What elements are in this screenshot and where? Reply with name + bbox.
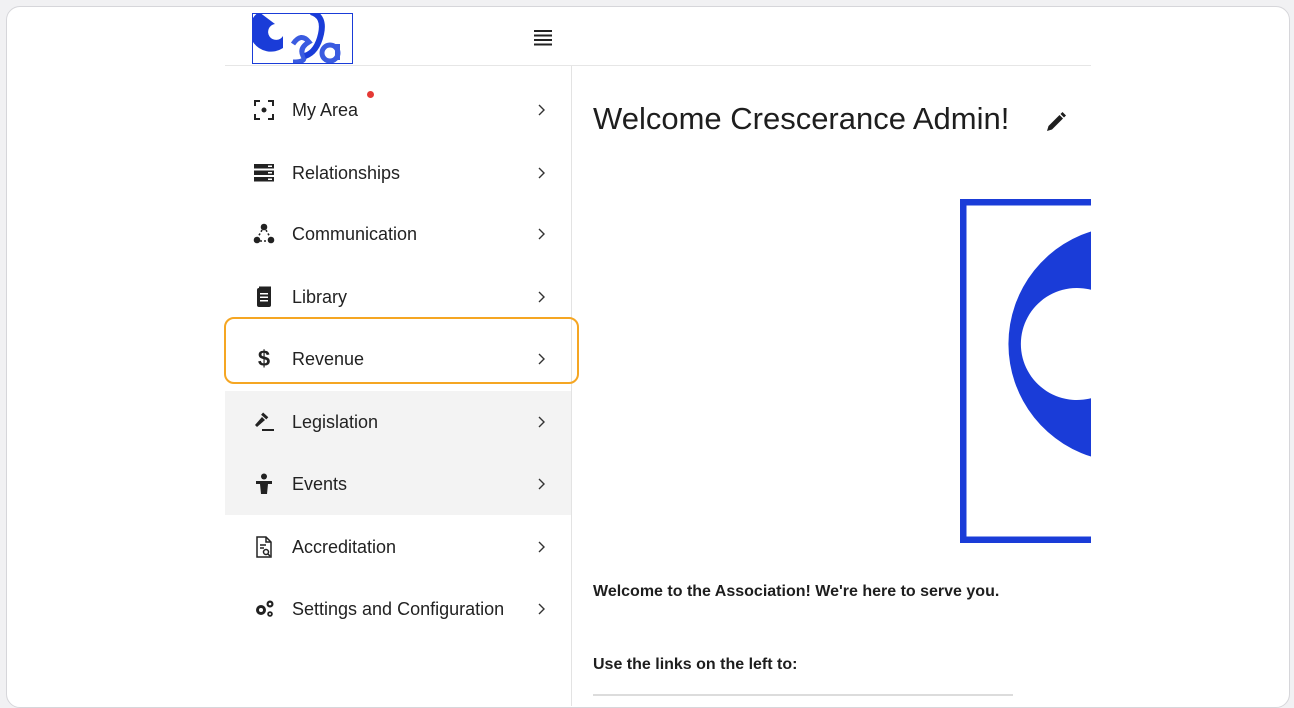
notification-badge [367, 91, 374, 98]
sidebar-item-label: Revenue [292, 348, 365, 369]
focus-frame-icon [252, 98, 276, 122]
server-stack-icon [252, 161, 276, 185]
sidebar-nav: My Area Relationships Communication Libr… [225, 66, 572, 706]
page-title: Welcome Crescerance Admin! [593, 101, 1010, 136]
chevron-right-icon [535, 352, 547, 366]
association-logo-image [960, 199, 1091, 543]
pencil-edit-icon[interactable] [1044, 110, 1068, 134]
sidebar-item-relationships[interactable]: Relationships [225, 142, 571, 204]
main-content: Welcome Crescerance Admin! Welcome to th… [572, 66, 1091, 706]
dollar-icon: $ [257, 346, 271, 371]
chevron-right-icon [535, 540, 547, 554]
network-nodes-icon [252, 222, 276, 246]
sidebar-item-label: Accreditation [292, 536, 397, 557]
sidebar-item-label: Legislation [292, 411, 379, 432]
chevron-right-icon [535, 227, 547, 241]
sidebar-item-legislation[interactable]: Legislation [225, 391, 571, 453]
chevron-right-icon [535, 166, 547, 180]
sidebar-item-label: Events [292, 473, 348, 494]
links-heading: Use the links on the left to: [593, 656, 798, 673]
intro-text: Welcome to the Association! We're here t… [593, 583, 1000, 600]
sidebar-item-my-area[interactable]: My Area [225, 79, 571, 141]
chevron-right-icon [535, 290, 547, 304]
chevron-right-icon [535, 477, 547, 491]
hamburger-menu-icon[interactable] [525, 22, 561, 52]
sidebar-item-events[interactable]: Events [225, 453, 571, 515]
chevron-right-icon [535, 602, 547, 616]
chevron-right-icon [535, 415, 547, 429]
person-podium-icon [252, 472, 276, 496]
truncated-content [593, 689, 1013, 699]
sidebar-item-settings[interactable]: Settings and Configuration [225, 578, 571, 640]
browser-frame: My Area Relationships Communication Libr… [6, 6, 1290, 708]
app-container: My Area Relationships Communication Libr… [225, 7, 1091, 707]
document-stack-icon [252, 285, 276, 309]
gavel-icon [252, 410, 276, 434]
sidebar-item-accreditation[interactable]: Accreditation [225, 516, 571, 578]
sidebar-item-label: Settings and Configuration [292, 598, 505, 619]
sidebar-item-communication[interactable]: Communication [225, 203, 571, 265]
sidebar-item-label: Library [292, 286, 348, 307]
document-search-icon [252, 535, 276, 559]
sidebar-item-label: Relationships [292, 162, 401, 183]
chevron-right-icon [535, 103, 547, 117]
brand-logo[interactable] [252, 13, 353, 64]
sidebar-item-label: Communication [292, 223, 418, 244]
sidebar-item-label: My Area [292, 99, 359, 120]
sidebar-item-library[interactable]: Library [225, 266, 571, 328]
gears-icon [252, 597, 276, 621]
sidebar-item-revenue[interactable]: $ Revenue [225, 328, 571, 390]
